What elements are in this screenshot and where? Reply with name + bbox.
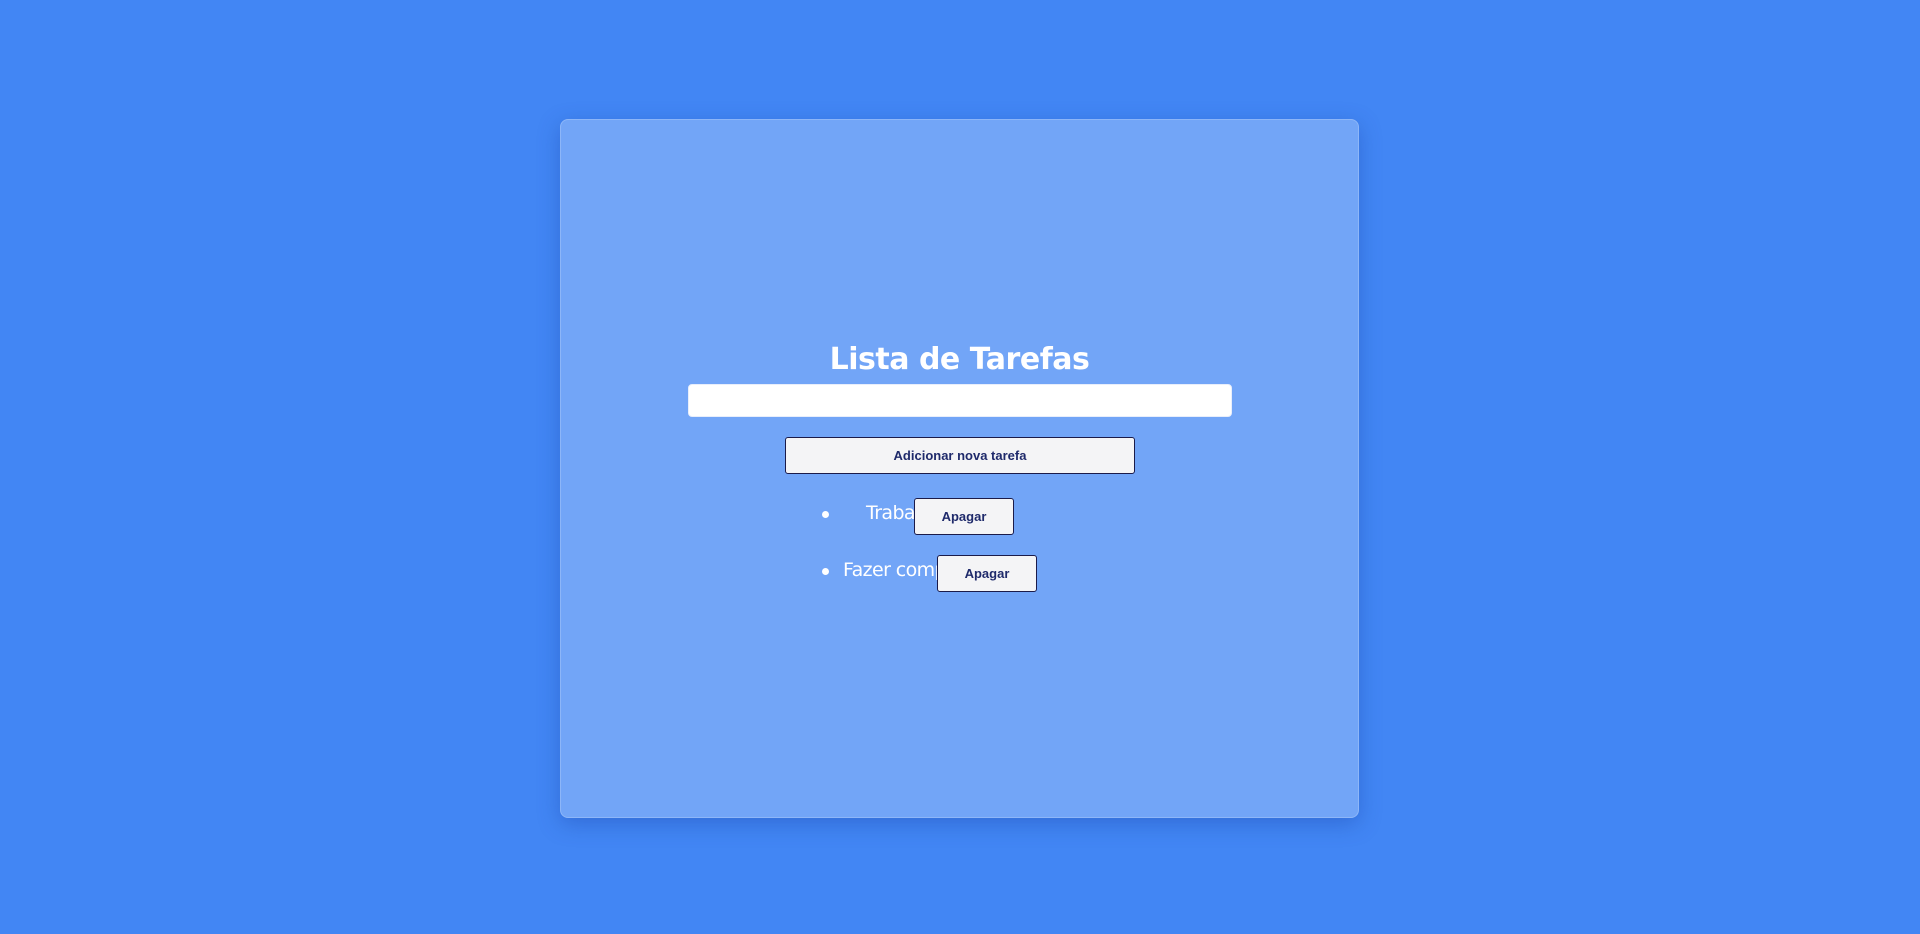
page-title: Lista de Tarefas (829, 342, 1090, 377)
add-task-button[interactable]: Adicionar nova tarefa (785, 437, 1135, 474)
task-item: Trabalhar Apagar (822, 498, 1072, 535)
todo-card: Lista de Tarefas Adicionar nova tarefa T… (560, 119, 1359, 818)
delete-task-button[interactable]: Apagar (937, 555, 1037, 592)
bullet-icon (822, 511, 829, 518)
new-task-input[interactable] (688, 384, 1232, 417)
task-item: Fazer compras Apagar (822, 555, 1102, 592)
bullet-icon (822, 568, 829, 575)
delete-task-button[interactable]: Apagar (914, 498, 1014, 535)
